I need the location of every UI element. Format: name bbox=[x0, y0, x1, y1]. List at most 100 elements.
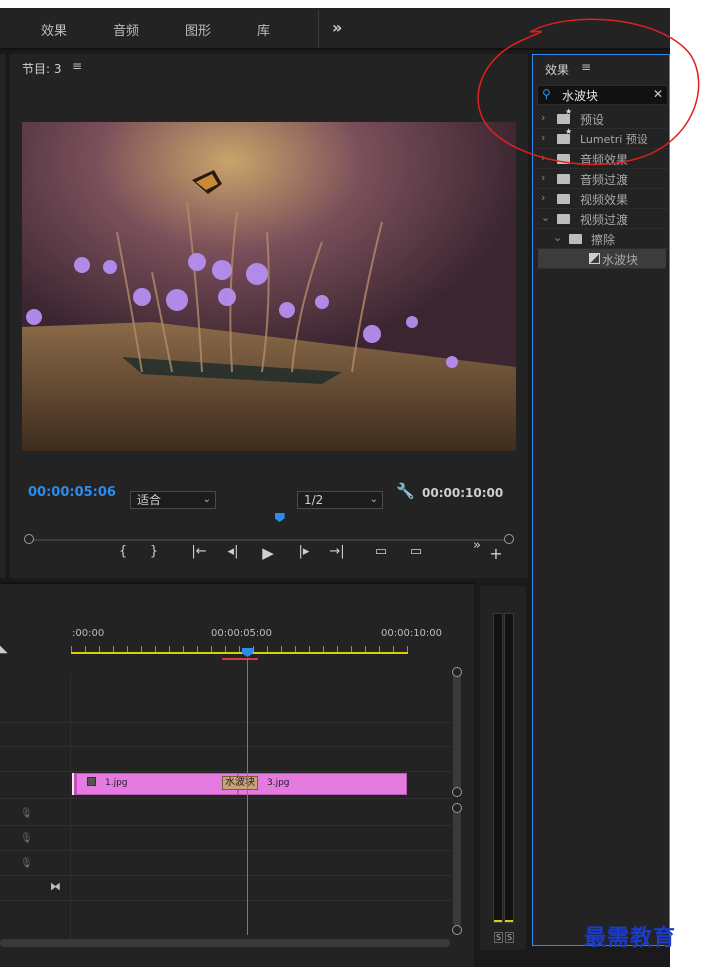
tree-item-label: 擦除 bbox=[591, 233, 616, 247]
workspace-tab-audio[interactable]: 音频 bbox=[113, 20, 139, 39]
tree-item-label: 预设 bbox=[580, 113, 605, 127]
panel-menu-icon[interactable]: ≡ bbox=[72, 59, 82, 73]
lift-icon[interactable]: ▭ bbox=[372, 544, 390, 559]
tree-item-label: 水波块 bbox=[602, 253, 639, 267]
audio-meter: S S bbox=[480, 586, 526, 950]
microphone-icon[interactable]: 🎙 bbox=[20, 858, 33, 869]
track-divider bbox=[0, 850, 452, 851]
tree-item-label: 音频过渡 bbox=[580, 173, 629, 187]
solo-button[interactable]: S bbox=[505, 932, 514, 943]
fit-select[interactable]: 适合 ⌄ bbox=[130, 491, 216, 509]
track-divider bbox=[0, 798, 452, 799]
effects-tree-item-water-blocks[interactable]: 水波块 bbox=[538, 249, 666, 269]
effects-tree-item-wipe[interactable]: ⌄ 擦除 bbox=[533, 229, 668, 249]
master-track-icon[interactable]: ⧓ bbox=[50, 880, 61, 893]
chevron-right-icon[interactable]: › bbox=[541, 131, 545, 144]
track-divider bbox=[0, 825, 452, 826]
playback-scrubber[interactable] bbox=[22, 514, 516, 544]
solo-button[interactable]: S bbox=[494, 932, 503, 943]
tree-item-label: 音频效果 bbox=[580, 153, 629, 167]
chevron-right-icon[interactable]: › bbox=[541, 191, 545, 204]
clip-3[interactable]: 3.jpg bbox=[238, 773, 407, 795]
transition-water-blocks[interactable]: 水波块 bbox=[222, 776, 258, 790]
mark-in-button[interactable]: { bbox=[114, 544, 132, 559]
go-to-in-button[interactable]: |← bbox=[190, 544, 208, 559]
panel-menu-icon[interactable]: ≡ bbox=[581, 60, 591, 74]
step-back-button[interactable]: ◂| bbox=[224, 544, 242, 559]
scrub-start-handle[interactable] bbox=[24, 534, 34, 544]
effects-search-input[interactable] bbox=[562, 87, 652, 103]
meter-level bbox=[494, 920, 502, 922]
in-out-range bbox=[222, 658, 258, 660]
clip-1[interactable]: 1.jpg bbox=[74, 773, 238, 795]
duration-timecode: 00:00:10:00 bbox=[422, 486, 504, 500]
scrub-end-handle[interactable] bbox=[504, 534, 514, 544]
folder-icon bbox=[557, 214, 570, 224]
chevron-right-icon[interactable]: › bbox=[541, 111, 545, 124]
mark-out-button[interactable]: } bbox=[145, 544, 163, 559]
extract-icon[interactable]: ▭ bbox=[407, 544, 425, 559]
timeline-playhead-line bbox=[247, 658, 248, 935]
effects-panel: 效果 ≡ ⚲ ✕ › 预设 › Lumetri 预设 › 音频效果 › 音频过渡 bbox=[532, 54, 670, 946]
folder-icon bbox=[557, 174, 570, 184]
track-header-divider bbox=[70, 674, 71, 949]
more-controls-icon[interactable]: » bbox=[468, 538, 486, 553]
track-divider bbox=[0, 746, 452, 747]
effects-tree-item-audio-transitions[interactable]: › 音频过渡 bbox=[533, 169, 668, 189]
scrub-track[interactable] bbox=[30, 539, 510, 541]
program-title[interactable]: 节目: 3 bbox=[22, 60, 62, 77]
meter-level bbox=[505, 920, 513, 922]
chevron-right-icon[interactable]: › bbox=[541, 171, 545, 184]
effects-tree-item-lumetri-presets[interactable]: › Lumetri 预设 bbox=[533, 127, 668, 149]
video-frame-image bbox=[22, 122, 516, 451]
track-divider bbox=[0, 875, 452, 876]
tree-item-label: Lumetri 预设 bbox=[580, 133, 648, 146]
video-tracks-scrollbar[interactable] bbox=[453, 672, 461, 790]
effects-tree-item-presets[interactable]: › 预设 bbox=[533, 107, 668, 129]
image-icon bbox=[87, 777, 96, 786]
audio-tracks-scrollbar[interactable] bbox=[453, 809, 461, 927]
track-divider bbox=[0, 900, 452, 901]
resolution-select[interactable]: 1/2 ⌄ bbox=[297, 491, 383, 509]
effects-search[interactable]: ⚲ ✕ bbox=[537, 85, 668, 105]
effects-tree-item-video-transitions[interactable]: ⌄ 视频过渡 bbox=[533, 209, 668, 229]
workspace-tab-libraries[interactable]: 库 bbox=[257, 20, 270, 39]
folder-icon bbox=[557, 194, 570, 204]
divider bbox=[318, 10, 319, 48]
microphone-icon[interactable]: 🎙 bbox=[20, 808, 33, 819]
more-workspaces-icon[interactable]: » bbox=[332, 18, 342, 37]
current-timecode[interactable]: 00:00:05:06 bbox=[28, 485, 116, 500]
tree-item-label: 视频效果 bbox=[580, 193, 629, 207]
wrench-icon[interactable]: 🔧 bbox=[396, 482, 415, 500]
timeline-horizontal-scrollbar[interactable] bbox=[0, 939, 450, 947]
microphone-icon[interactable]: 🎙 bbox=[20, 833, 33, 844]
tree-item-label: 视频过渡 bbox=[580, 213, 629, 227]
track-divider bbox=[0, 771, 452, 772]
workspace-tab-graphics[interactable]: 图形 bbox=[185, 20, 211, 39]
go-to-out-button[interactable]: →| bbox=[328, 544, 346, 559]
workspace-tab-effects[interactable]: 效果 bbox=[41, 20, 67, 39]
play-button[interactable]: ▶ bbox=[259, 544, 277, 562]
wrench-tool-icon[interactable]: ◣ bbox=[0, 644, 8, 655]
chevron-right-icon[interactable]: › bbox=[541, 151, 545, 164]
chevron-down-icon[interactable]: ⌄ bbox=[541, 211, 550, 224]
preset-folder-icon bbox=[557, 127, 572, 144]
time-ruler[interactable] bbox=[71, 646, 408, 654]
step-forward-button[interactable]: |▸ bbox=[295, 544, 313, 559]
effects-tree-item-audio-effects[interactable]: › 音频效果 bbox=[533, 149, 668, 169]
effects-panel-title[interactable]: 效果 bbox=[545, 61, 569, 78]
source-panel-edge bbox=[0, 54, 7, 578]
clear-search-icon[interactable]: ✕ bbox=[653, 87, 663, 101]
meter-left-channel bbox=[493, 613, 503, 923]
scroll-handle[interactable] bbox=[452, 925, 462, 935]
effects-tree-item-video-effects[interactable]: › 视频效果 bbox=[533, 189, 668, 209]
button-editor-icon[interactable]: + bbox=[487, 544, 505, 563]
ruler-label: :00:00 bbox=[72, 628, 105, 639]
scroll-handle[interactable] bbox=[452, 667, 462, 677]
scroll-handle[interactable] bbox=[452, 787, 462, 797]
preset-folder-icon bbox=[557, 107, 572, 124]
chevron-down-icon[interactable]: ⌄ bbox=[553, 231, 562, 244]
fit-select-value: 适合 bbox=[137, 493, 162, 507]
scroll-handle[interactable] bbox=[452, 803, 462, 813]
folder-icon bbox=[569, 234, 582, 244]
